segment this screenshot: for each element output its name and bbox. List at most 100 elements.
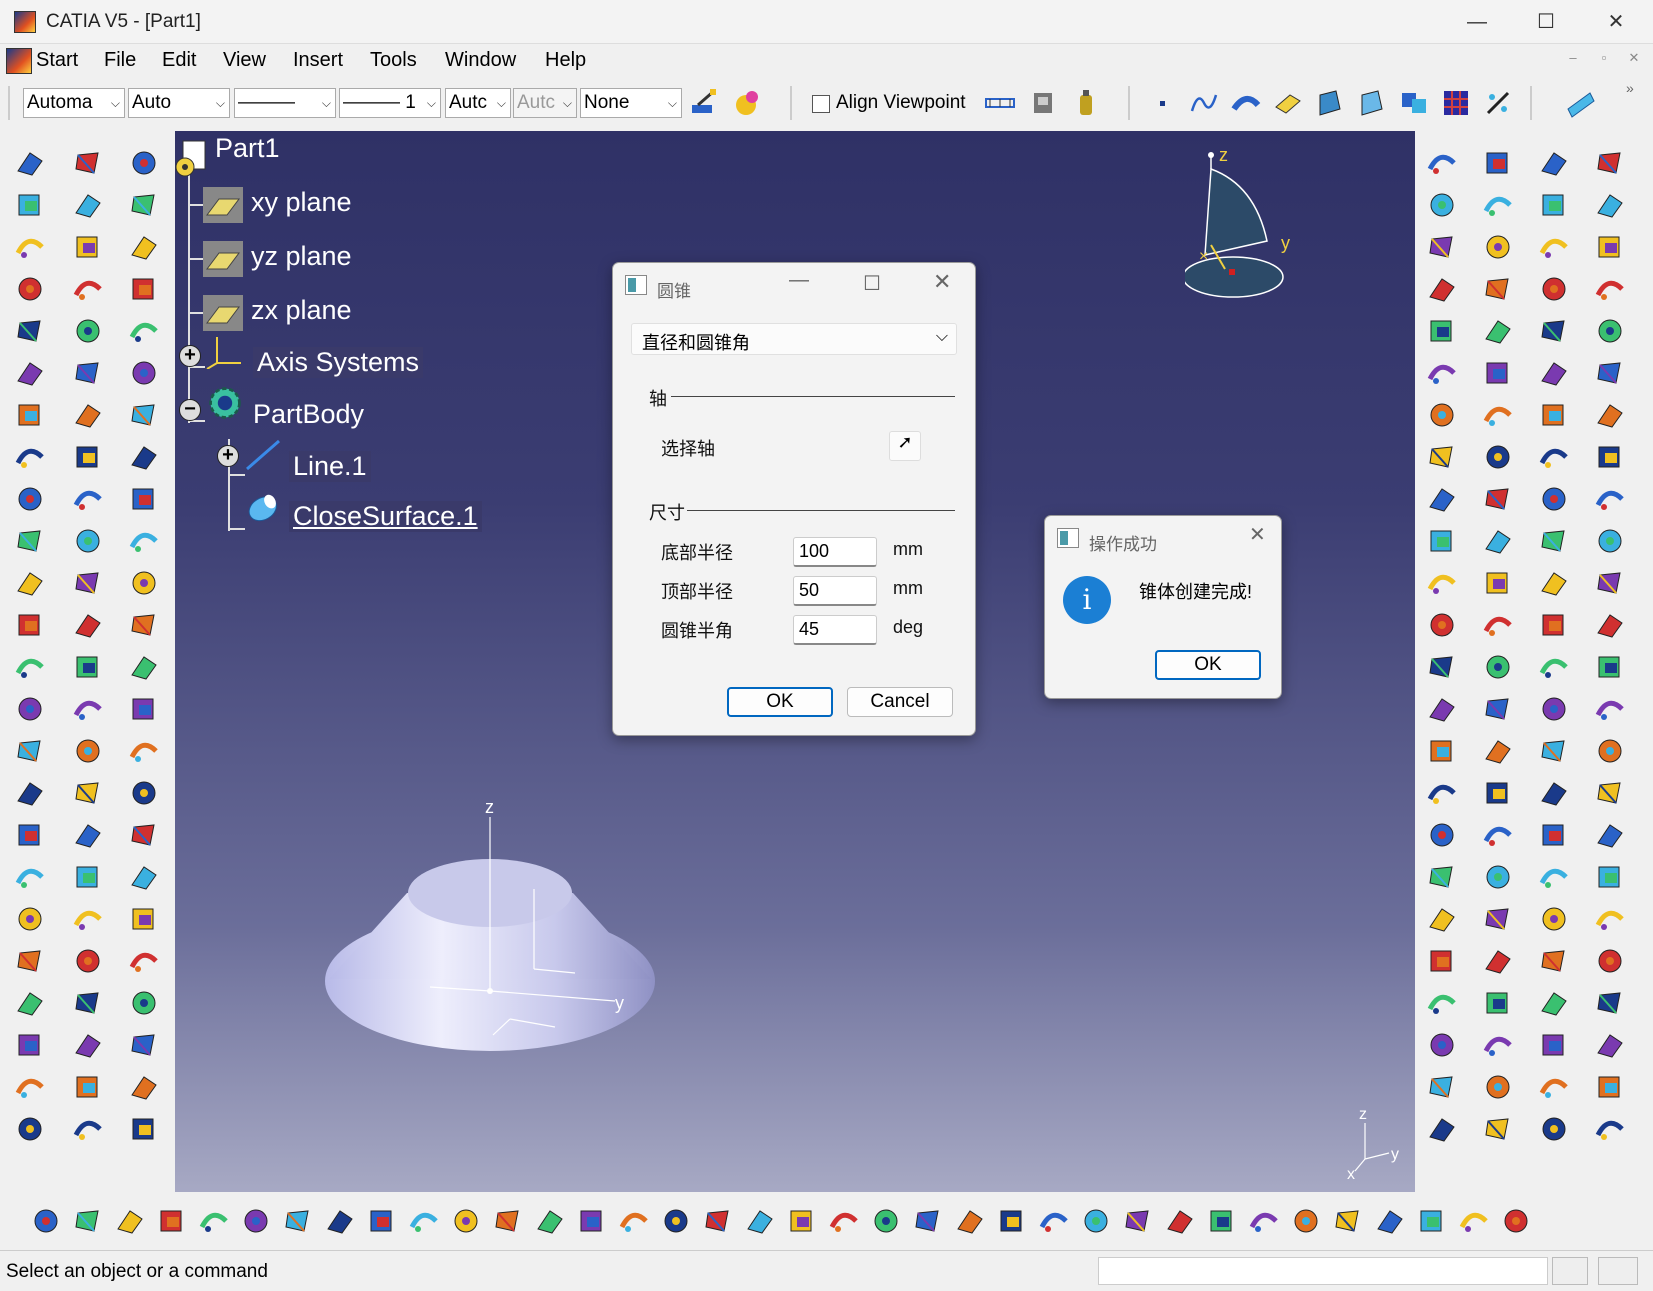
left-tool-icon[interactable] (75, 194, 101, 218)
left-tool-icon[interactable] (76, 446, 98, 468)
bottom-tool-icon[interactable] (1249, 1212, 1278, 1232)
right-tool-icon[interactable] (1429, 278, 1455, 302)
bottom-tool-icon[interactable] (1459, 1212, 1488, 1232)
right-tool-icon[interactable] (1429, 1076, 1453, 1098)
left-tool-icon[interactable] (131, 1034, 155, 1056)
right-tool-icon[interactable] (1430, 823, 1454, 847)
right-tool-icon[interactable] (1483, 826, 1512, 846)
right-tool-icon[interactable] (1595, 910, 1624, 930)
right-tool-icon[interactable] (1597, 362, 1621, 384)
right-tool-icon[interactable] (1541, 320, 1565, 342)
boundary-icon[interactable] (1314, 87, 1346, 119)
right-tool-icon[interactable] (1427, 994, 1456, 1014)
left-tool-icon[interactable] (76, 319, 100, 343)
left-tool-icon[interactable] (131, 1076, 157, 1100)
right-tool-icon[interactable] (1598, 739, 1622, 763)
right-tool-icon[interactable] (1539, 868, 1568, 888)
left-tool-icon[interactable] (75, 992, 99, 1014)
right-tool-icon[interactable] (1485, 320, 1511, 344)
right-tool-icon[interactable] (1486, 782, 1508, 804)
layer-combo[interactable]: None ⌵ (580, 88, 682, 118)
right-tool-icon[interactable] (1542, 824, 1564, 846)
grid-icon[interactable] (1440, 87, 1472, 119)
bottom-tool-icon[interactable] (199, 1212, 228, 1232)
left-tool-icon[interactable] (131, 404, 155, 426)
right-tool-icon[interactable] (1429, 488, 1455, 512)
cone-model[interactable]: z y (325, 801, 825, 1101)
tree-item-closesurface[interactable]: CloseSurface.1 (289, 501, 482, 532)
left-tool-icon[interactable] (76, 866, 98, 888)
bottom-tool-icon[interactable] (664, 1209, 688, 1233)
left-tool-icon[interactable] (75, 614, 101, 638)
part-icon[interactable] (175, 139, 209, 179)
menu-tools[interactable]: Tools (370, 49, 417, 72)
right-tool-icon[interactable] (1542, 194, 1564, 216)
point-combo[interactable]: Autc ⌵ (445, 88, 511, 118)
bottom-tool-icon[interactable] (580, 1210, 602, 1232)
right-tool-icon[interactable] (1541, 782, 1567, 806)
left-tool-icon[interactable] (132, 278, 154, 300)
right-tool-icon[interactable] (1430, 1033, 1454, 1057)
menu-help[interactable]: Help (545, 49, 586, 72)
bottom-tool-icon[interactable] (117, 1210, 143, 1234)
cancel-button[interactable]: Cancel (847, 687, 953, 717)
right-tool-icon[interactable] (1486, 655, 1510, 679)
right-tool-icon[interactable] (1486, 235, 1510, 259)
right-tool-icon[interactable] (1541, 530, 1565, 552)
right-tool-icon[interactable] (1598, 236, 1620, 258)
left-tool-icon[interactable] (17, 530, 41, 552)
graphic-properties-icon[interactable] (732, 87, 764, 119)
right-tool-icon[interactable] (1483, 196, 1512, 216)
right-tool-icon[interactable] (1486, 1075, 1510, 1099)
left-tool-icon[interactable] (15, 868, 44, 888)
right-tool-icon[interactable] (1427, 574, 1456, 594)
bottom-tool-icon[interactable] (327, 1210, 353, 1234)
right-tool-icon[interactable] (1542, 614, 1564, 636)
right-tool-icon[interactable] (1595, 1120, 1624, 1140)
left-tool-icon[interactable] (131, 656, 157, 680)
right-tool-icon[interactable] (1597, 404, 1623, 428)
dialog-minimize-button[interactable]: — (789, 269, 809, 292)
right-tool-icon[interactable] (1598, 866, 1620, 888)
right-tool-icon[interactable] (1539, 448, 1568, 468)
left-tool-icon[interactable] (17, 152, 43, 176)
right-tool-icon[interactable] (1597, 194, 1623, 218)
bottom-tool-icon[interactable] (1167, 1210, 1193, 1234)
bottom-tool-icon[interactable] (285, 1210, 309, 1232)
right-tool-icon[interactable] (1598, 529, 1622, 553)
left-tool-icon[interactable] (131, 866, 157, 890)
tree-item-line[interactable]: Line.1 (289, 451, 371, 482)
right-tool-icon[interactable] (1541, 740, 1565, 762)
right-tool-icon[interactable] (1597, 824, 1623, 848)
expand-axis-systems-icon[interactable]: + (179, 345, 201, 367)
left-tool-icon[interactable] (75, 824, 101, 848)
right-tool-icon[interactable] (1539, 238, 1568, 258)
left-tool-icon[interactable] (18, 487, 42, 511)
left-tool-icon[interactable] (73, 700, 102, 720)
right-tool-icon[interactable] (1542, 277, 1566, 301)
menu-view[interactable]: View (223, 49, 266, 72)
bottom-tool-icon[interactable] (874, 1209, 898, 1233)
expand-line-icon[interactable]: + (217, 445, 239, 467)
compass[interactable]: × z y (1185, 145, 1325, 305)
left-tool-icon[interactable] (15, 658, 44, 678)
linetype-combo[interactable]: ——— ⌵ (234, 88, 336, 118)
bottom-tool-icon[interactable] (1039, 1212, 1068, 1232)
left-tool-icon[interactable] (75, 362, 99, 384)
left-tool-icon[interactable] (15, 448, 44, 468)
bottom-tool-icon[interactable] (915, 1210, 939, 1232)
right-tool-icon[interactable] (1485, 950, 1511, 974)
left-tool-icon[interactable] (132, 781, 156, 805)
right-tool-icon[interactable] (1486, 992, 1508, 1014)
left-tool-icon[interactable] (73, 1120, 102, 1140)
right-tool-icon[interactable] (1483, 616, 1512, 636)
left-tool-icon[interactable] (18, 404, 40, 426)
bottom-tool-icon[interactable] (957, 1210, 983, 1234)
menu-insert[interactable]: Insert (293, 49, 343, 72)
left-tool-icon[interactable] (132, 908, 154, 930)
right-tool-icon[interactable] (1485, 698, 1509, 720)
bottom-tool-icon[interactable] (1294, 1209, 1318, 1233)
bottom-tool-icon[interactable] (495, 1210, 519, 1232)
left-tool-icon[interactable] (132, 698, 154, 720)
left-tool-icon[interactable] (76, 236, 98, 258)
